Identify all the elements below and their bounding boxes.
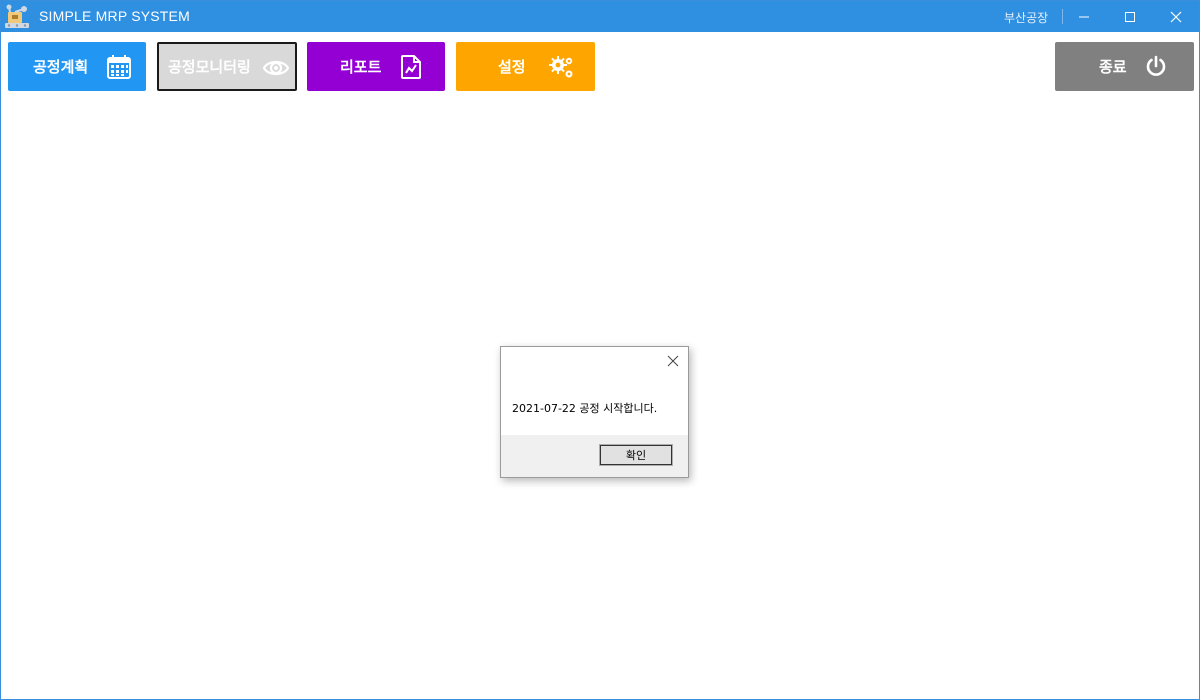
minimize-button[interactable]: [1061, 1, 1107, 32]
dialog-footer: 확인: [501, 435, 688, 477]
settings-label: 설정: [498, 58, 526, 76]
dialog-close-icon[interactable]: [666, 354, 680, 368]
process-monitoring-label: 공정모니터링: [168, 58, 251, 76]
maximize-icon: [1125, 11, 1135, 22]
app-title: SIMPLE MRP SYSTEM: [39, 8, 190, 24]
process-plan-label: 공정계획: [33, 58, 89, 76]
exit-button[interactable]: 종료: [1055, 42, 1194, 91]
minimize-icon: [1079, 16, 1089, 17]
eye-icon: [263, 60, 289, 76]
report-label: 리포트: [340, 58, 382, 76]
dialog-message: 2021-07-22 공정 시작합니다.: [512, 402, 658, 415]
main-window: SIMPLE MRP SYSTEM 부산공장 공정계획 공정모니터링 리포트 설…: [0, 0, 1200, 700]
maximize-button[interactable]: [1107, 1, 1153, 32]
power-icon: [1146, 55, 1166, 76]
gears-icon: [549, 56, 573, 78]
close-window-button[interactable]: [1153, 1, 1199, 32]
exit-label: 종료: [1099, 58, 1127, 76]
report-file-icon: [401, 55, 421, 79]
calendar-icon: [107, 55, 131, 79]
title-bar[interactable]: SIMPLE MRP SYSTEM 부산공장: [1, 1, 1199, 32]
process-monitoring-button[interactable]: 공정모니터링: [157, 42, 297, 91]
ok-button[interactable]: 확인: [599, 444, 673, 466]
process-plan-button[interactable]: 공정계획: [8, 42, 146, 91]
close-icon: [1170, 11, 1182, 22]
message-dialog: 2021-07-22 공정 시작합니다. 확인: [500, 346, 689, 478]
settings-button[interactable]: 설정: [456, 42, 595, 91]
app-robot-icon: [5, 4, 29, 28]
factory-name-label: 부산공장: [1004, 11, 1049, 25]
report-button[interactable]: 리포트: [307, 42, 445, 91]
